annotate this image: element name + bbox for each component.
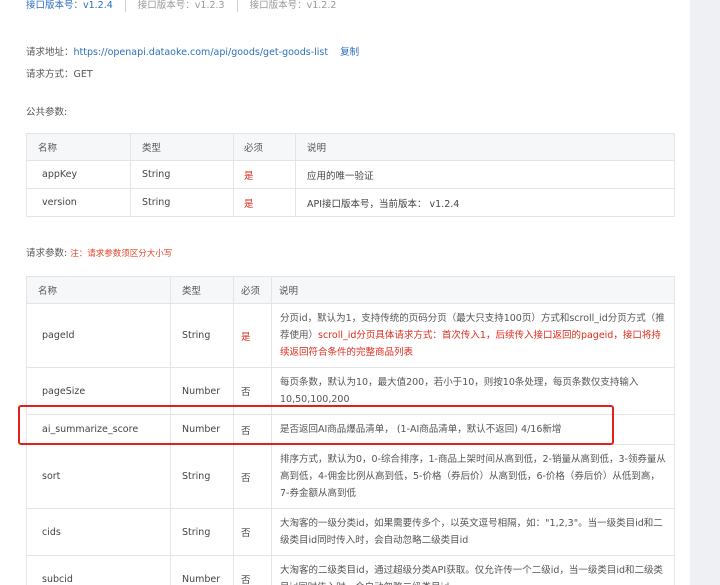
table-row: version String 是 API接口版本号，当前版本： v1.2.4	[26, 188, 675, 217]
param-name: subcid	[26, 555, 171, 585]
param-type: String	[170, 303, 234, 368]
request-params-title-line: 请求参数: 注：请求参数须区分大小写	[26, 247, 172, 261]
header-type: 类型	[170, 276, 234, 304]
request-url[interactable]: https://openapi.dataoke.com/api/goods/ge…	[74, 47, 329, 58]
page-background-edge	[690, 0, 720, 585]
param-name: pageId	[26, 303, 171, 368]
param-required: 否	[233, 555, 272, 585]
table-row: cids String 否 大淘客的一级分类id，如果需要传多个，以英文逗号相隔…	[26, 508, 675, 556]
param-required: 是	[233, 303, 272, 368]
header-desc: 说明	[295, 133, 675, 161]
header-desc: 说明	[271, 276, 675, 304]
header-type: 类型	[130, 133, 234, 161]
case-sensitive-note: 注：请求参数须区分大小写	[70, 249, 173, 259]
table-row: appKey String 是 应用的唯一验证	[26, 160, 675, 189]
param-desc: 应用的唯一验证	[295, 160, 675, 189]
param-desc: 大淘客的二级类目id，通过超级分类API获取。仅允许传一个二级id，当一级类目i…	[271, 555, 675, 585]
request-url-label: 请求地址：	[26, 47, 74, 58]
header-required: 必须	[233, 133, 296, 161]
param-type: String	[170, 444, 234, 509]
header-name: 名称	[26, 276, 171, 304]
public-params-table: 名称 类型 必须 说明 appKey String 是 应用的唯一验证 vers…	[26, 133, 675, 217]
version-tab-v122[interactable]: 接口版本号：v1.2.2	[236, 0, 349, 12]
table-header-row: 名称 类型 必须 说明	[26, 133, 675, 161]
api-doc-panel: 接口版本号：v1.2.4 接口版本号：v1.2.3 接口版本号：v1.2.2 请…	[0, 0, 690, 585]
version-tabs: 接口版本号：v1.2.4 接口版本号：v1.2.3 接口版本号：v1.2.2	[26, 0, 348, 14]
param-name: cids	[26, 508, 171, 556]
copy-button[interactable]: 复制	[340, 47, 359, 58]
param-type: String	[170, 508, 234, 556]
request-method: 请求方式：GET	[26, 69, 93, 80]
table-row: sort String 否 排序方式，默认为0，0-综合排序，1-商品上架时间从…	[26, 444, 675, 509]
param-type: String	[130, 160, 234, 189]
table-row: subcid Number 否 大淘客的二级类目id，通过超级分类API获取。仅…	[26, 555, 675, 585]
param-name: version	[26, 188, 131, 217]
request-params-title: 请求参数:	[26, 248, 68, 259]
param-name: appKey	[26, 160, 131, 189]
param-desc: API接口版本号，当前版本： v1.2.4	[295, 188, 675, 217]
scroll-id-note: scroll_id分页具体请求方式：首次传入1，后续传入接口返回的pageid，…	[280, 330, 661, 358]
highlight-box	[18, 405, 614, 445]
param-required: 是	[233, 188, 296, 217]
param-required: 否	[233, 508, 272, 556]
param-required: 是	[233, 160, 296, 189]
public-params-title: 公共参数:	[26, 107, 68, 118]
table-header-row: 名称 类型 必须 说明	[26, 276, 675, 304]
param-type: String	[130, 188, 234, 217]
header-required: 必须	[233, 276, 272, 304]
version-tab-v124[interactable]: 接口版本号：v1.2.4	[26, 0, 125, 12]
param-desc: 大淘客的一级分类id，如果需要传多个，以英文逗号相隔，如："1,2,3"。当一级…	[271, 508, 675, 556]
param-desc: 分页id，默认为1，支持传统的页码分页（最大只支持100页）方式和scroll_…	[271, 303, 675, 368]
param-name: sort	[26, 444, 171, 509]
request-url-line: 请求地址：https://openapi.dataoke.com/api/goo…	[26, 46, 359, 60]
param-type: Number	[170, 555, 234, 585]
param-required: 否	[233, 444, 272, 509]
param-desc: 排序方式，默认为0，0-综合排序，1-商品上架时间从高到低，2-销量从高到低，3…	[271, 444, 675, 509]
header-name: 名称	[26, 133, 131, 161]
table-row: pageId String 是 分页id，默认为1，支持传统的页码分页（最大只支…	[26, 303, 675, 368]
version-tab-v123[interactable]: 接口版本号：v1.2.3	[124, 0, 237, 12]
